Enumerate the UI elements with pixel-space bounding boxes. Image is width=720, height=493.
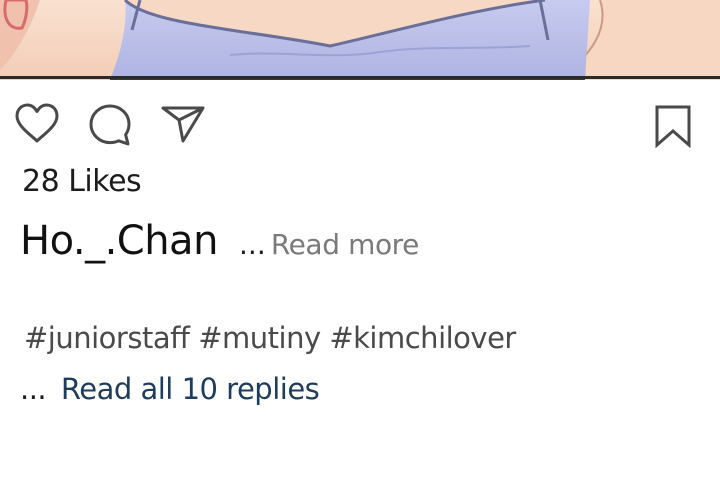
caption-ellipsis: ... (239, 228, 266, 261)
post-image-illustration (0, 0, 720, 80)
read-more-link[interactable]: Read more (271, 228, 420, 261)
bookmark-icon[interactable] (654, 104, 692, 148)
read-all-replies-link[interactable]: Read all 10 replies (61, 372, 320, 406)
feed-post: 28 Likes Ho._.Chan ... Read more #junior… (0, 0, 720, 493)
post-image-border (0, 76, 720, 79)
likes-count[interactable]: 28 Likes (22, 164, 142, 199)
hashtags[interactable]: #juniorstaff #mutiny #kimchilover (24, 321, 516, 355)
heart-icon[interactable] (14, 102, 60, 146)
comment-bubble-icon[interactable] (88, 103, 132, 147)
username[interactable]: Ho._.Chan (20, 218, 218, 264)
post-image[interactable] (0, 0, 720, 80)
caption: Ho._.Chan ... Read more (20, 218, 419, 264)
replies-ellipsis: ... (20, 372, 47, 406)
send-arrow-icon[interactable] (160, 104, 206, 144)
replies-row: ... Read all 10 replies (20, 372, 320, 406)
